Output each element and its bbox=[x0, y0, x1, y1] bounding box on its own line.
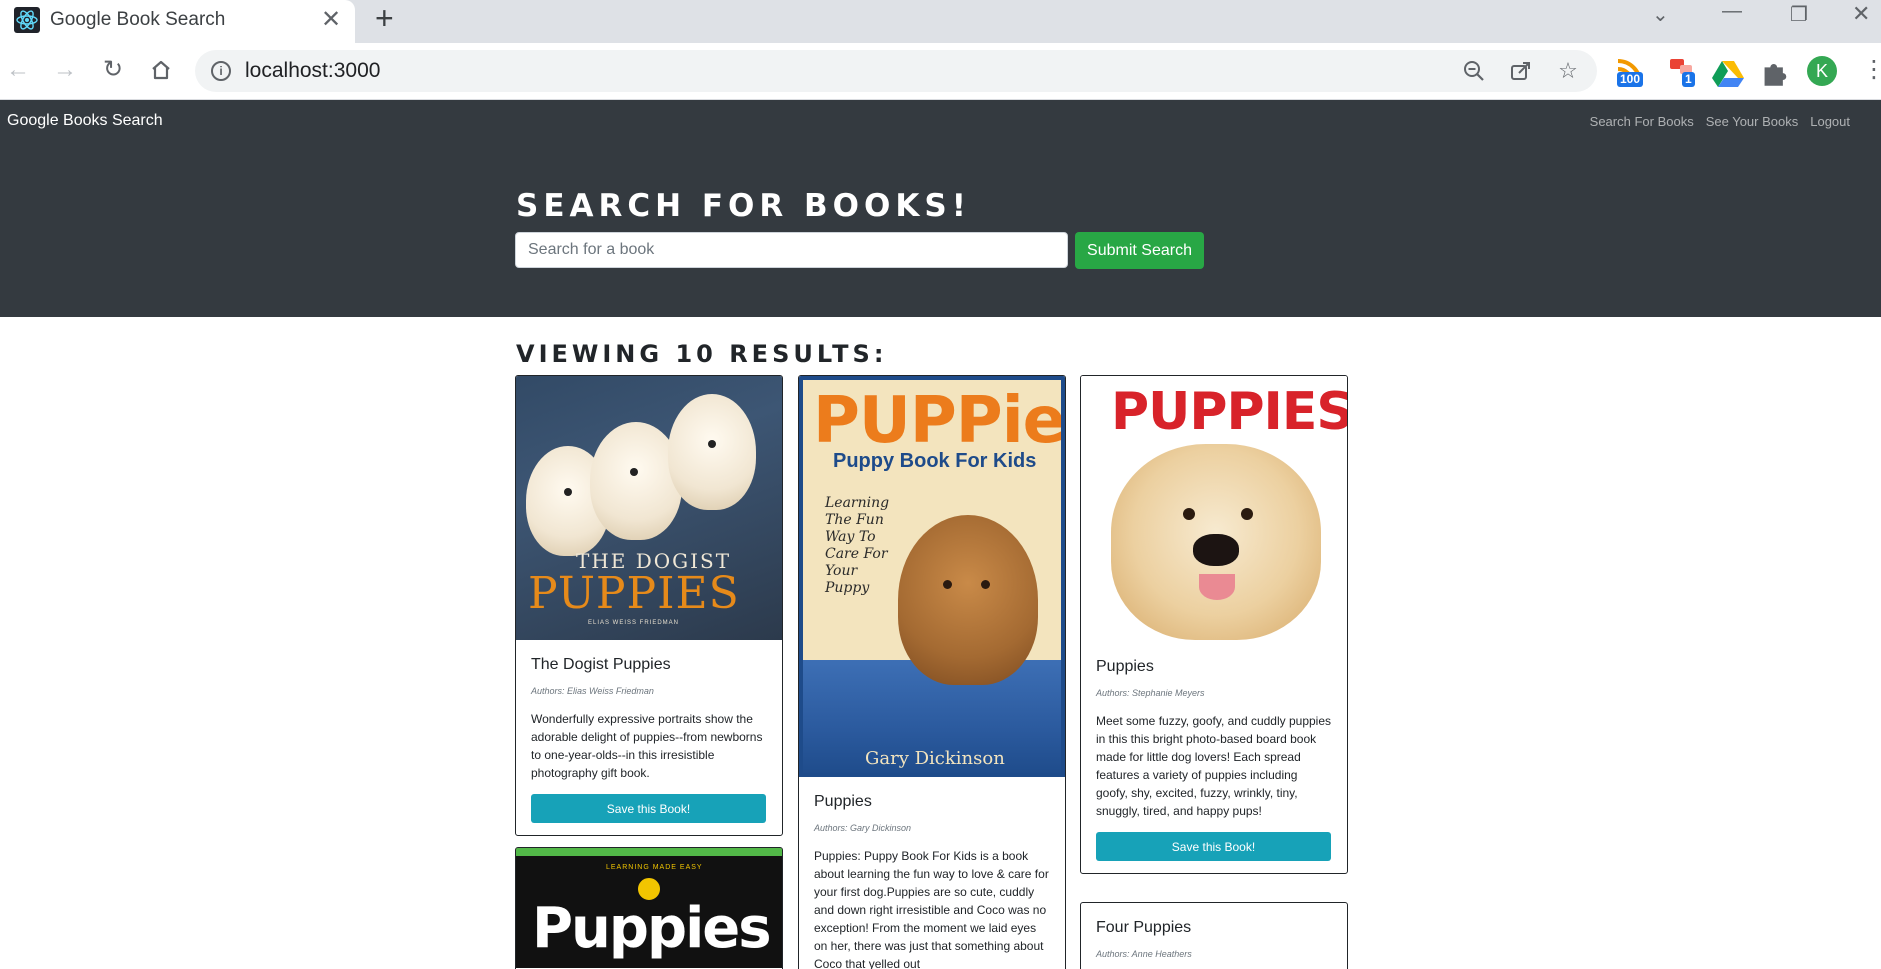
google-drive-icon[interactable] bbox=[1712, 57, 1744, 89]
book-title: The Dogist Puppies bbox=[531, 656, 671, 673]
save-book-button[interactable]: Save this Book! bbox=[531, 794, 766, 823]
cover-text: LEARNING MADE EASY bbox=[606, 864, 703, 871]
cover-text: PUPPIES bbox=[1111, 382, 1347, 442]
book-authors: Authors: Elias Weiss Friedman bbox=[531, 686, 654, 696]
book-title: Puppies bbox=[1096, 658, 1154, 675]
profile-avatar[interactable]: K bbox=[1807, 56, 1837, 86]
book-cover: PUPPIES bbox=[1081, 376, 1347, 642]
book-authors: Authors: Gary Dickinson bbox=[814, 823, 912, 833]
browser-tab[interactable]: Google Book Search ✕ bbox=[0, 0, 355, 43]
browser-tabstrip: Google Book Search ✕ + ⌄ — ❐ ✕ bbox=[0, 0, 1881, 43]
cover-text: Gary Dickinson bbox=[865, 748, 1005, 769]
rss-extension-icon[interactable]: 100 bbox=[1614, 55, 1646, 87]
url-text: localhost:3000 bbox=[245, 59, 381, 82]
share-icon[interactable] bbox=[1508, 58, 1534, 84]
results-heading: VIEWING 10 RESULTS: bbox=[516, 340, 888, 368]
book-card: THE DOGIST PUPPIES ELIAS WEISS FRIEDMAN … bbox=[515, 375, 783, 836]
restore-icon[interactable]: ❐ bbox=[1790, 2, 1808, 27]
nav-logout[interactable]: Logout bbox=[1810, 114, 1850, 129]
cover-text: Learning The Fun Way To Care For Your Pu… bbox=[825, 495, 890, 596]
react-icon bbox=[14, 7, 40, 33]
search-hero: SEARCH FOR BOOKS! Submit Search bbox=[0, 143, 1881, 317]
bookmark-star-icon[interactable]: ☆ bbox=[1555, 58, 1581, 84]
book-cover: LEARNING MADE EASY Puppies bbox=[516, 848, 782, 968]
extension-badge: 100 bbox=[1617, 72, 1644, 87]
search-input[interactable] bbox=[515, 232, 1068, 268]
address-bar[interactable]: i localhost:3000 ☆ bbox=[195, 50, 1597, 92]
nav-links: Search For Books See Your Books Logout bbox=[1590, 114, 1850, 129]
browser-menu-icon[interactable]: ⋮ bbox=[1862, 55, 1881, 84]
book-title: Puppies bbox=[814, 793, 872, 810]
tab-close-icon[interactable]: ✕ bbox=[321, 5, 341, 34]
tab-search-icon[interactable]: ⌄ bbox=[1652, 2, 1669, 27]
nav-search-books[interactable]: Search For Books bbox=[1590, 114, 1694, 129]
cover-text: Puppies bbox=[532, 896, 772, 961]
book-description: Meet some fuzzy, goofy, and cuddly puppi… bbox=[1096, 714, 1332, 818]
brand-link[interactable]: Google Books Search bbox=[7, 112, 163, 130]
app-navbar: Google Books Search Search For Books See… bbox=[0, 100, 1881, 143]
cover-text: Puppy Book For Kids bbox=[833, 450, 1037, 472]
page-title: SEARCH FOR BOOKS! bbox=[516, 188, 971, 224]
book-card: PUPPies Puppy Book For Kids Learning The… bbox=[798, 375, 1066, 969]
save-book-button[interactable]: Save this Book! bbox=[1096, 832, 1331, 861]
cover-text: ELIAS WEISS FRIEDMAN bbox=[588, 620, 680, 626]
book-cover: THE DOGIST PUPPIES ELIAS WEISS FRIEDMAN bbox=[516, 376, 782, 640]
book-authors: Authors: Stephanie Meyers bbox=[1096, 688, 1205, 698]
book-title: Four Puppies bbox=[1096, 919, 1192, 936]
minimize-icon[interactable]: — bbox=[1722, 0, 1742, 23]
forward-icon[interactable]: → bbox=[50, 55, 80, 85]
new-tab-button[interactable]: + bbox=[375, 2, 394, 34]
extensions-puzzle-icon[interactable] bbox=[1760, 56, 1792, 88]
extension-icon[interactable]: 1 bbox=[1668, 55, 1700, 87]
zoom-out-icon[interactable] bbox=[1461, 58, 1487, 84]
close-window-icon[interactable]: ✕ bbox=[1852, 1, 1870, 27]
cover-text: PUPPIES bbox=[528, 568, 740, 619]
book-description: Wonderfully expressive portraits show th… bbox=[531, 712, 763, 780]
book-authors: Authors: Anne Heathers bbox=[1096, 949, 1192, 959]
book-cover: PUPPies Puppy Book For Kids Learning The… bbox=[799, 376, 1065, 777]
book-card: Four Puppies Authors: Anne Heathers bbox=[1080, 902, 1348, 969]
book-card: LEARNING MADE EASY Puppies bbox=[515, 847, 783, 969]
tab-title: Google Book Search bbox=[50, 9, 226, 30]
extension-badge: 1 bbox=[1682, 72, 1695, 87]
book-description: Puppies: Puppy Book For Kids is a book a… bbox=[814, 849, 1049, 969]
reload-icon[interactable]: ↻ bbox=[98, 55, 128, 85]
browser-toolbar: ← → ↻ i localhost:3000 ☆ 100 1 K ⋮ bbox=[0, 43, 1881, 100]
site-info-icon[interactable]: i bbox=[211, 61, 231, 81]
home-icon[interactable] bbox=[146, 55, 176, 85]
book-card: PUPPIES Puppies Authors: Stephanie Meyer… bbox=[1080, 375, 1348, 874]
submit-search-button[interactable]: Submit Search bbox=[1075, 232, 1204, 269]
cover-text: PUPPies bbox=[813, 384, 1065, 458]
nav-see-your-books[interactable]: See Your Books bbox=[1706, 114, 1799, 129]
back-icon[interactable]: ← bbox=[3, 55, 33, 85]
